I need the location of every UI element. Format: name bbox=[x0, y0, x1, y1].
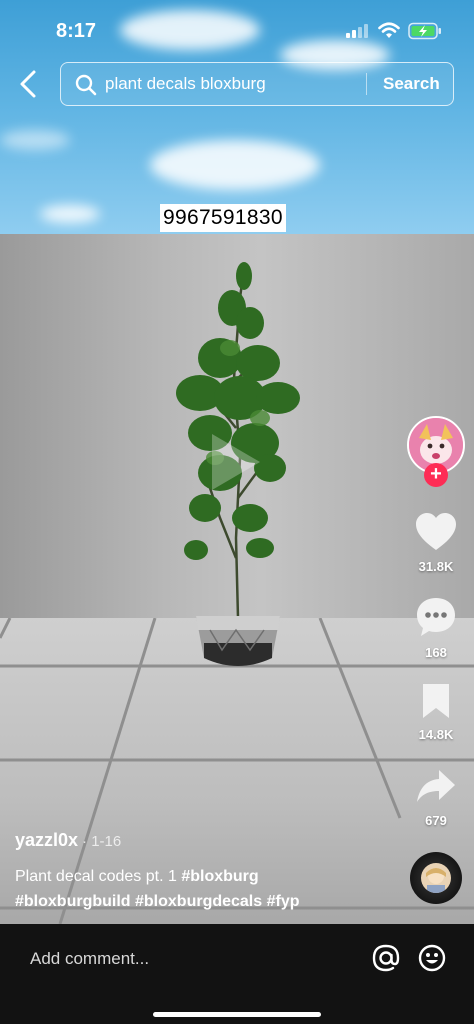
comment-count: 168 bbox=[425, 645, 447, 660]
comment-input[interactable] bbox=[30, 946, 330, 972]
like-action[interactable]: 31.8K bbox=[408, 512, 464, 574]
bookmark-icon[interactable] bbox=[419, 682, 453, 720]
battery-charging-icon bbox=[408, 22, 441, 40]
wifi-icon bbox=[378, 22, 400, 38]
decal-code-text: 9967591830 bbox=[160, 204, 286, 232]
cellular-signal-icon bbox=[346, 24, 368, 38]
search-button[interactable]: Search bbox=[383, 74, 440, 94]
share-icon[interactable] bbox=[415, 768, 457, 806]
follow-plus-button[interactable]: + bbox=[424, 463, 448, 487]
status-bar: 8:17 bbox=[0, 0, 474, 62]
search-bar[interactable]: Search bbox=[60, 62, 454, 106]
like-count: 31.8K bbox=[418, 559, 454, 574]
share-count: 679 bbox=[425, 813, 447, 828]
heart-icon[interactable] bbox=[415, 512, 457, 552]
home-indicator bbox=[153, 1012, 321, 1017]
hashtag-link[interactable]: #bloxburgbuild bbox=[15, 893, 131, 910]
emoji-icon[interactable] bbox=[418, 944, 446, 972]
author-username[interactable]: yazzl0x bbox=[15, 830, 78, 850]
share-action[interactable]: 679 bbox=[408, 768, 464, 828]
post-caption: Plant decal codes pt. 1 #bloxburg #bloxb… bbox=[15, 864, 395, 914]
comment-icon[interactable] bbox=[415, 596, 457, 638]
sound-disc[interactable] bbox=[410, 852, 462, 904]
save-count: 14.8K bbox=[418, 727, 454, 742]
comment-bar bbox=[0, 924, 474, 1024]
search-input[interactable] bbox=[105, 63, 365, 105]
caption-text: Plant decal codes pt. 1 bbox=[15, 868, 177, 885]
search-divider bbox=[366, 73, 367, 95]
hashtag-link[interactable]: #bloxburg bbox=[181, 868, 258, 885]
play-icon[interactable] bbox=[204, 430, 264, 494]
back-icon[interactable] bbox=[14, 68, 44, 100]
at-icon[interactable] bbox=[372, 944, 400, 972]
post-date: · 1-16 bbox=[82, 833, 122, 850]
hashtag-link[interactable]: #bloxburgdecals bbox=[135, 893, 262, 910]
search-icon bbox=[75, 74, 97, 96]
author-line: yazzl0x · 1-16 bbox=[15, 830, 121, 851]
save-action[interactable]: 14.8K bbox=[408, 682, 464, 742]
hashtag-link[interactable]: #fyp bbox=[267, 893, 300, 910]
sound-cover-image bbox=[421, 863, 451, 893]
status-time: 8:17 bbox=[56, 20, 97, 42]
comment-action[interactable]: 168 bbox=[408, 596, 464, 660]
